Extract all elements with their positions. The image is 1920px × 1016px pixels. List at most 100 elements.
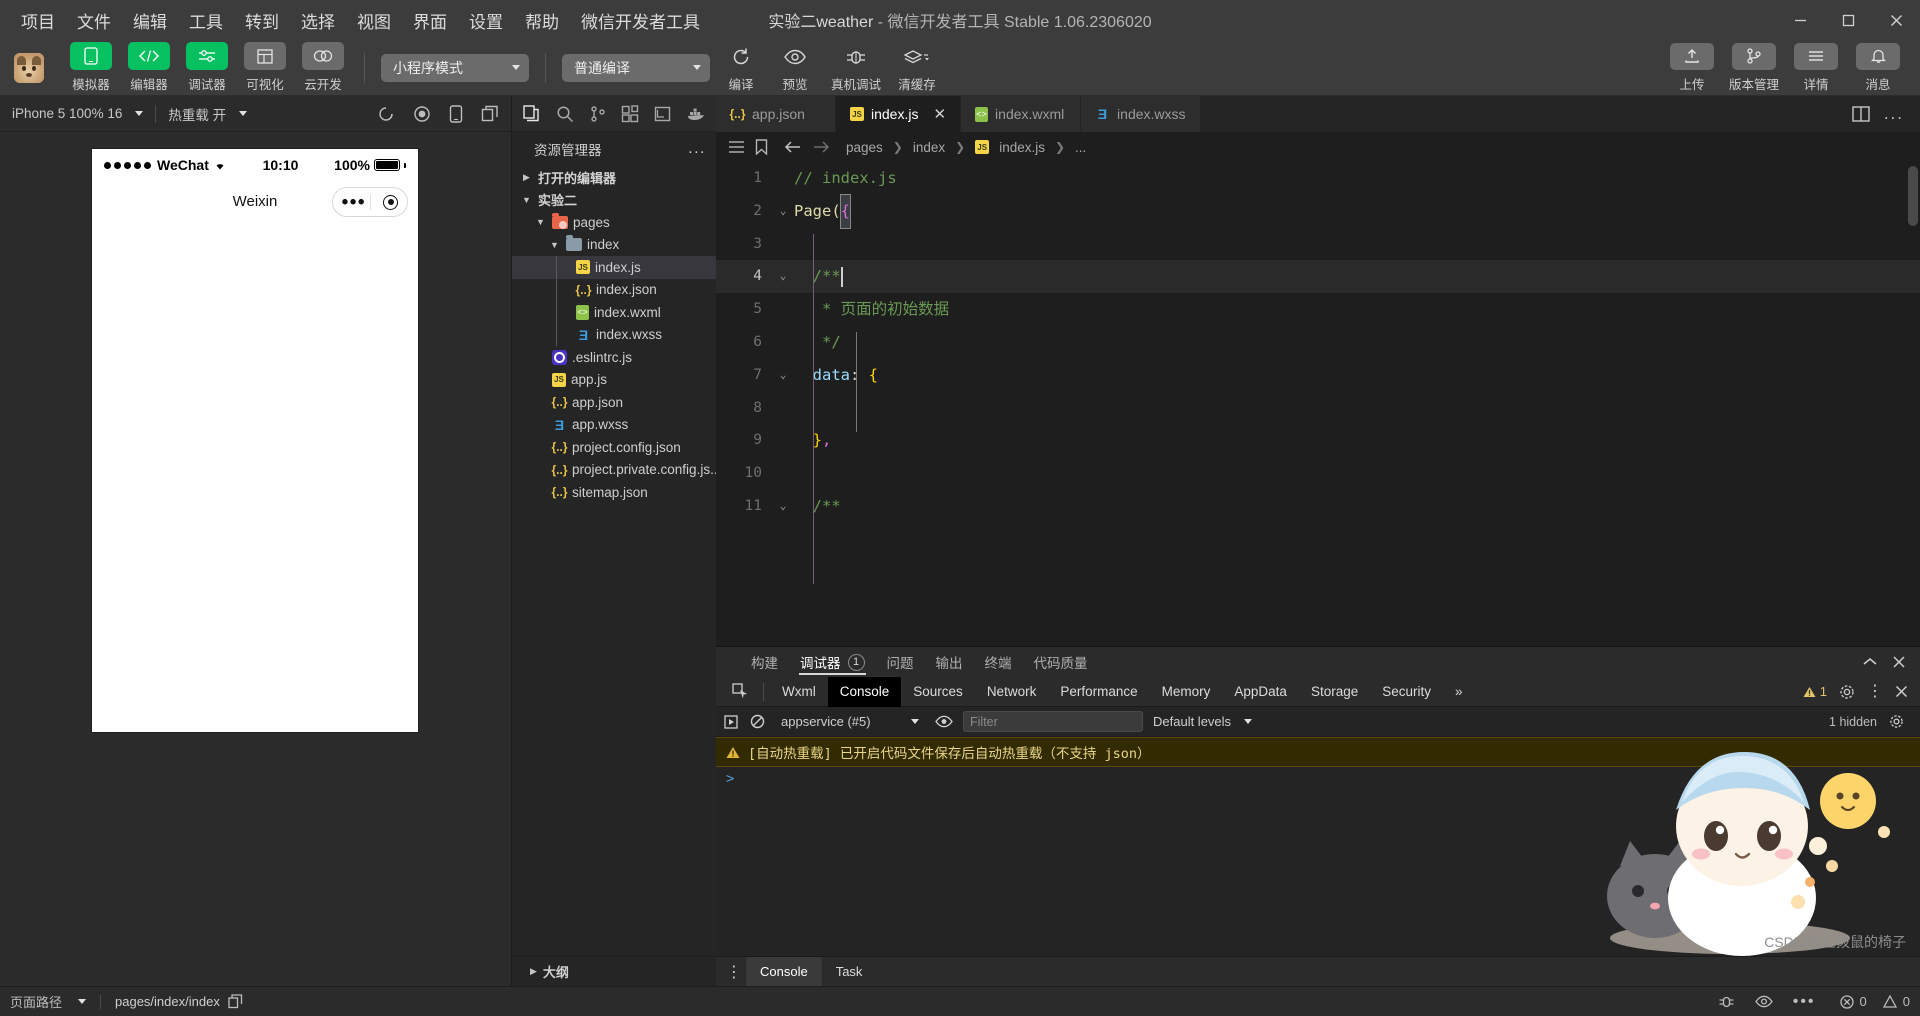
fold-toggle[interactable]: ⌄ xyxy=(772,490,794,523)
status-warning-count[interactable]: 0 xyxy=(1882,994,1910,1009)
minimize-button[interactable] xyxy=(1776,0,1824,40)
messages-button[interactable]: 消息 xyxy=(1850,42,1906,93)
source-control-icon[interactable] xyxy=(581,97,614,131)
record-icon[interactable] xyxy=(413,105,431,123)
tree-item-eslintrc[interactable]: .eslintrc.js xyxy=(512,346,716,369)
split-editor-icon[interactable] xyxy=(1852,106,1870,122)
menu-item-file[interactable]: 文件 xyxy=(66,4,122,37)
menu-item-interface[interactable]: 界面 xyxy=(402,4,458,37)
tree-item-index-folder[interactable]: ▼ index xyxy=(512,234,716,257)
toolbar-button-debugger[interactable]: 调试器 xyxy=(182,42,232,93)
menu-item-tools[interactable]: 工具 xyxy=(178,4,234,37)
tree-item-project-config[interactable]: {..} project.config.json xyxy=(512,436,716,459)
breadcrumb-more[interactable]: ... xyxy=(1075,140,1086,155)
execute-icon[interactable] xyxy=(724,714,740,729)
status-page-path-label[interactable]: 页面路径 xyxy=(10,992,62,1011)
panel-tab-problems[interactable]: 问题 xyxy=(876,647,925,677)
forward-arrow-icon[interactable] xyxy=(812,140,830,154)
upload-button[interactable]: 上传 xyxy=(1664,42,1720,93)
extensions-icon[interactable] xyxy=(614,97,647,131)
devtools-tab-appdata[interactable]: AppData xyxy=(1222,677,1299,707)
devtools-tab-console[interactable]: Console xyxy=(827,676,902,707)
devtools-tab-storage[interactable]: Storage xyxy=(1299,677,1370,707)
tree-section-open-editors[interactable]: ▶ 打开的编辑器 xyxy=(512,166,716,189)
close-icon[interactable]: ✕ xyxy=(933,105,946,123)
tree-item-index-js[interactable]: JS index.js xyxy=(512,256,716,279)
search-icon[interactable] xyxy=(549,97,582,131)
close-icon[interactable] xyxy=(1895,685,1908,698)
editor-tab-index-wxss[interactable]: E index.wxss xyxy=(1081,96,1202,132)
drawer-tab-console[interactable]: Console xyxy=(746,956,822,987)
collapse-icon[interactable] xyxy=(1862,656,1878,668)
outline-section[interactable]: ▶ 大纲 xyxy=(512,956,716,986)
toolbar-button-editor[interactable]: 编辑器 xyxy=(124,42,174,93)
debug-icon[interactable] xyxy=(647,97,680,131)
clear-console-icon[interactable] xyxy=(750,714,765,729)
clear-cache-button[interactable]: 清缓存 xyxy=(892,42,942,93)
close-icon[interactable] xyxy=(1892,655,1906,669)
tree-section-project[interactable]: ▼ 实验二 xyxy=(512,189,716,212)
toolbar-button-cloud[interactable]: 云开发 xyxy=(298,42,348,93)
tree-item-index-json[interactable]: {..} index.json xyxy=(512,278,716,301)
tree-item-sitemap-json[interactable]: {..} sitemap.json xyxy=(512,481,716,504)
tree-item-pages[interactable]: ▼ pages xyxy=(512,211,716,234)
tree-item-index-wxss[interactable]: E index.wxss xyxy=(512,323,716,346)
menu-item-project[interactable]: 项目 xyxy=(10,4,66,37)
inspect-icon[interactable] xyxy=(724,683,757,700)
fold-toggle[interactable]: ⌄ xyxy=(772,195,794,228)
compile-button[interactable]: 编译 xyxy=(716,42,766,93)
editor-tab-index-wxml[interactable]: <> index.wxml xyxy=(961,96,1082,132)
console-output[interactable]: [自动热重载] 已开启代码文件保存后自动热重载（不支持 json） > CSDN… xyxy=(716,737,1920,956)
copy-icon[interactable] xyxy=(228,994,243,1009)
code-editor[interactable]: 1 // index.js 2 ⌄ Page({ 3 4 ⌄ /** 5 * 页… xyxy=(716,162,1920,646)
kebab-icon[interactable]: ⋮ xyxy=(1867,683,1883,699)
tree-item-index-wxml[interactable]: <> index.wxml xyxy=(512,301,716,324)
toolbar-button-simulator[interactable]: 模拟器 xyxy=(66,42,116,93)
docker-icon[interactable] xyxy=(679,97,712,131)
gear-icon[interactable] xyxy=(1839,684,1855,700)
compile-select[interactable]: 普通编译 xyxy=(562,53,710,82)
preview-button[interactable]: 预览 xyxy=(770,42,820,93)
explorer-more-icon[interactable]: ... xyxy=(688,140,706,158)
devtools-warning-badge[interactable]: 1 xyxy=(1803,684,1827,699)
version-control-button[interactable]: 版本管理 xyxy=(1726,42,1782,93)
target-circle-icon[interactable] xyxy=(383,194,399,210)
menu-item-help[interactable]: 帮助 xyxy=(514,4,570,37)
menu-item-view[interactable]: 视图 xyxy=(346,4,402,37)
breadcrumb-file[interactable]: index.js xyxy=(999,140,1045,155)
copy-icon[interactable] xyxy=(481,105,499,123)
devtools-tab-memory[interactable]: Memory xyxy=(1150,677,1223,707)
editor-vertical-scrollbar[interactable] xyxy=(1908,166,1918,226)
tree-item-app-js[interactable]: JS app.js xyxy=(512,369,716,392)
hot-reload-select[interactable]: 热重载 开 xyxy=(168,104,248,124)
menu-item-settings[interactable]: 设置 xyxy=(458,4,514,37)
menu-item-devtools[interactable]: 微信开发者工具 xyxy=(570,4,711,37)
eye-icon[interactable] xyxy=(1754,995,1773,1008)
tree-item-project-private-config[interactable]: {..} project.private.config.js... xyxy=(512,459,717,482)
back-arrow-icon[interactable] xyxy=(784,140,802,154)
console-filter-input[interactable]: Filter xyxy=(963,711,1143,732)
mode-select[interactable]: 小程序模式 xyxy=(381,53,529,82)
status-error-count[interactable]: 0 xyxy=(1839,994,1867,1009)
maximize-button[interactable] xyxy=(1824,0,1872,40)
devtools-tab-overflow[interactable]: » xyxy=(1443,677,1475,707)
toolbar-button-visual[interactable]: 可视化 xyxy=(240,42,290,93)
drawer-tab-task[interactable]: Task xyxy=(822,957,877,987)
breadcrumb-pages[interactable]: pages xyxy=(846,140,883,155)
gear-icon[interactable] xyxy=(1889,714,1904,729)
editor-tab-index-js[interactable]: JS index.js ✕ xyxy=(836,96,962,132)
panel-tab-debugger[interactable]: 调试器 1 xyxy=(789,647,876,677)
device-icon[interactable] xyxy=(449,104,463,123)
devtools-tab-wxml[interactable]: Wxml xyxy=(770,677,828,707)
menu-item-goto[interactable]: 转到 xyxy=(234,4,290,37)
panel-tab-terminal[interactable]: 终端 xyxy=(974,647,1023,677)
console-prompt[interactable]: > xyxy=(716,767,1920,791)
project-avatar[interactable] xyxy=(14,52,44,83)
breadcrumb-index[interactable]: index xyxy=(913,140,945,155)
devtools-tab-performance[interactable]: Performance xyxy=(1048,677,1149,707)
editor-tab-app-json[interactable]: {..} app.json xyxy=(716,96,836,132)
panel-tab-output[interactable]: 输出 xyxy=(925,647,974,677)
console-level-select[interactable]: Default levels xyxy=(1153,714,1253,729)
devtools-tab-sources[interactable]: Sources xyxy=(901,677,975,707)
fold-toggle[interactable]: ⌄ xyxy=(772,260,794,293)
